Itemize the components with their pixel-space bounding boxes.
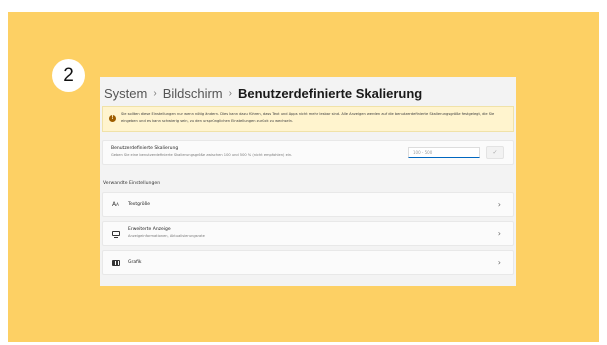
warning-icon: ! bbox=[109, 115, 116, 122]
custom-scaling-title: Benutzerdefinierte Skalierung bbox=[111, 146, 179, 151]
breadcrumb-system[interactable]: System bbox=[104, 86, 147, 101]
related-item-label: Textgröße bbox=[128, 202, 151, 207]
breadcrumb: System › Bildschirm › Benutzerdefinierte… bbox=[104, 85, 422, 101]
checkmark-icon: ✓ bbox=[492, 149, 498, 156]
monitor-icon bbox=[112, 231, 120, 238]
related-item-label: Erweiterte Anzeige bbox=[128, 227, 171, 232]
step-number-badge: 2 bbox=[52, 59, 85, 92]
page-background: 2 System › Bildschirm › Benutzerdefinier… bbox=[0, 0, 607, 345]
related-settings-heading: Verwandte Einstellungen bbox=[103, 181, 161, 186]
confirm-scaling-button[interactable]: ✓ bbox=[486, 146, 504, 159]
settings-screenshot: System › Bildschirm › Benutzerdefinierte… bbox=[100, 77, 516, 286]
chevron-right-icon: › bbox=[153, 87, 157, 99]
custom-scaling-panel: Benutzerdefinierte Skalierung Geben Sie … bbox=[102, 140, 514, 165]
chevron-right-icon: › bbox=[228, 87, 232, 99]
warning-text: Sie sollten diese Einstellungen nur wenn… bbox=[121, 112, 495, 123]
breadcrumb-bildschirm[interactable]: Bildschirm bbox=[163, 86, 223, 101]
text-size-icon: AA bbox=[112, 201, 119, 208]
warning-banner: ! Sie sollten diese Einstellungen nur we… bbox=[102, 106, 514, 132]
page-title: Benutzerdefinierte Skalierung bbox=[238, 85, 423, 101]
related-item-sublabel: Anzeigeinformationen, Aktualisierungsrat… bbox=[128, 234, 205, 238]
chevron-right-icon: › bbox=[497, 229, 501, 238]
chevron-right-icon: › bbox=[497, 200, 501, 209]
related-item-graphics[interactable]: Grafik › bbox=[102, 250, 514, 275]
related-item-textsize[interactable]: AA Textgröße › bbox=[102, 192, 514, 217]
custom-scaling-description: Geben Sie eine benutzerdefinierte Skalie… bbox=[111, 153, 293, 157]
graphics-card-icon bbox=[112, 260, 120, 266]
scaling-size-input[interactable]: 100 - 500 bbox=[408, 147, 480, 158]
related-item-label: Grafik bbox=[128, 260, 142, 265]
related-item-advanced-display[interactable]: Erweiterte Anzeige Anzeigeinformationen,… bbox=[102, 221, 514, 246]
chevron-right-icon: › bbox=[497, 258, 501, 267]
